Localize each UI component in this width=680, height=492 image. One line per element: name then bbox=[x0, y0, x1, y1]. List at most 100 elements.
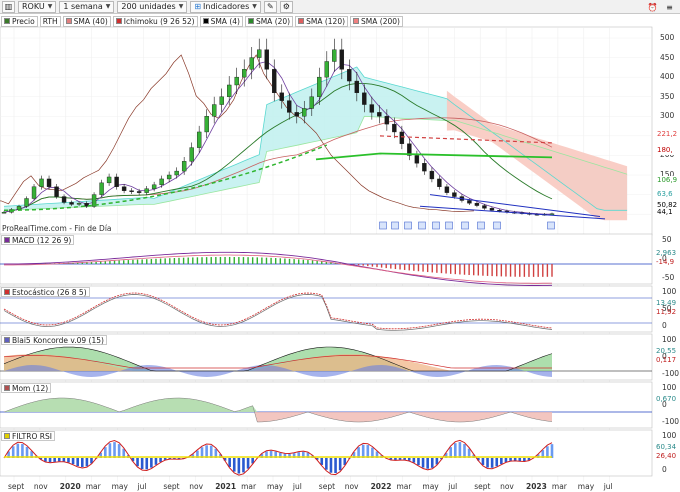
indicator-axis-tick: 100 bbox=[662, 335, 677, 344]
indicator-label[interactable]: MACD (12 26 9) bbox=[1, 235, 75, 245]
price-axis-tick: 450 bbox=[660, 52, 675, 62]
time-axis-tick: jul bbox=[137, 482, 147, 491]
candle-body bbox=[249, 57, 254, 70]
event-marker-icon bbox=[391, 221, 399, 230]
time-axis-tick: may bbox=[422, 482, 439, 491]
price-axis-tick: 500 bbox=[660, 33, 675, 42]
candle-body bbox=[279, 92, 284, 101]
time-axis-tick: mar bbox=[396, 482, 412, 491]
indicator-axis-tick: 0 bbox=[662, 465, 667, 474]
indicator-swatch bbox=[4, 433, 10, 439]
indicator-value-tag: 13,49 bbox=[656, 299, 677, 307]
candle-body bbox=[369, 104, 375, 113]
time-axis-tick: sept bbox=[474, 482, 491, 491]
candle-body bbox=[377, 112, 382, 117]
time-axis-tick: 2021 bbox=[215, 482, 237, 491]
indicator-axis-tick: 100 bbox=[662, 287, 677, 296]
candle-body bbox=[31, 186, 37, 199]
time-axis-tick: jul bbox=[603, 482, 613, 491]
candle-body bbox=[76, 203, 82, 205]
time-axis-tick: may bbox=[577, 482, 595, 491]
event-marker-icon bbox=[432, 221, 440, 230]
candle-body bbox=[339, 49, 345, 70]
indicator-swatch bbox=[4, 237, 10, 243]
indicator-panel-frame bbox=[0, 285, 653, 333]
candle-body bbox=[39, 178, 44, 187]
candle-body bbox=[287, 100, 292, 113]
price-tag-label: 180, bbox=[656, 146, 674, 155]
event-marker-icon bbox=[418, 221, 426, 230]
candle-body bbox=[46, 178, 52, 187]
indicator-name: FILTRO RSI bbox=[12, 431, 52, 441]
candle-body bbox=[136, 191, 142, 193]
time-axis-tick: 2022 bbox=[370, 482, 392, 491]
indicator-axis-tick: -100 bbox=[662, 417, 680, 426]
candle-body bbox=[324, 61, 329, 78]
candle-body bbox=[196, 131, 202, 148]
candle-body bbox=[309, 96, 314, 109]
price-axis-tick: 400 bbox=[660, 72, 675, 82]
candle-body bbox=[234, 76, 239, 86]
indicator-panel-frame bbox=[0, 233, 653, 285]
indicator-axis-tick: 100 bbox=[662, 383, 677, 392]
candle-body bbox=[422, 163, 427, 172]
candle-body bbox=[399, 131, 405, 144]
candle-body bbox=[106, 176, 112, 184]
candle-body bbox=[467, 200, 472, 204]
candle-body bbox=[444, 186, 450, 193]
candle-body bbox=[452, 192, 457, 197]
indicator-name: Blai5 Koncorde v.09 (15) bbox=[12, 335, 104, 345]
candle-body bbox=[392, 123, 397, 133]
price-tag-label: 106,9 bbox=[656, 176, 679, 185]
indicator-name: Mom (12) bbox=[12, 383, 49, 393]
candle-body bbox=[114, 176, 119, 187]
indicator-label[interactable]: FILTRO RSI bbox=[1, 431, 55, 441]
candle-body bbox=[474, 203, 480, 206]
indicator-axis-tick: 100 bbox=[662, 431, 677, 440]
time-axis-tick: sept bbox=[163, 482, 180, 491]
candle-body bbox=[429, 170, 435, 180]
candle-body bbox=[317, 76, 322, 97]
candle-body bbox=[151, 184, 157, 189]
time-axis-tick: 2023 bbox=[526, 482, 547, 491]
indicator-swatch bbox=[4, 289, 10, 295]
candle-body bbox=[242, 69, 247, 78]
event-marker-icon bbox=[445, 221, 453, 230]
candle-body bbox=[549, 213, 555, 215]
candle-body bbox=[482, 205, 487, 209]
indicator-axis-tick: 50 bbox=[662, 235, 672, 244]
time-axis-tick: mar bbox=[551, 482, 567, 491]
candle-body bbox=[437, 178, 442, 187]
candle-body bbox=[24, 198, 29, 207]
event-marker-icon bbox=[379, 221, 387, 230]
candle-body bbox=[121, 186, 127, 191]
indicator-label[interactable]: Estocástico (26 8 5) bbox=[1, 287, 90, 297]
indicator-name: Estocástico (26 8 5) bbox=[12, 287, 87, 297]
event-marker-icon bbox=[404, 221, 412, 230]
indicator-label[interactable]: Mom (12) bbox=[1, 383, 52, 393]
candle-body bbox=[384, 116, 390, 125]
candle-body bbox=[294, 112, 299, 117]
indicator-axis-tick: -100 bbox=[662, 369, 680, 378]
candle-body bbox=[489, 208, 495, 211]
time-axis-tick: mar bbox=[241, 482, 257, 491]
chart-canvas[interactable] bbox=[0, 0, 680, 492]
event-marker-icon bbox=[477, 221, 485, 230]
indicator-value-tag: 60,34 bbox=[656, 443, 677, 451]
price-axis-tick: 300 bbox=[660, 111, 675, 121]
indicator-label[interactable]: Blai5 Koncorde v.09 (15) bbox=[1, 335, 107, 345]
indicator-value-tag: -14,9 bbox=[656, 258, 675, 266]
candle-body bbox=[159, 178, 164, 186]
candle-body bbox=[354, 80, 360, 94]
candle-body bbox=[497, 210, 502, 212]
candle-body bbox=[61, 196, 67, 203]
candle-body bbox=[272, 69, 277, 94]
price-tag-label: 44,1 bbox=[656, 208, 674, 217]
indicator-name: MACD (12 26 9) bbox=[12, 235, 72, 245]
indicator-value-tag: 0,117 bbox=[656, 356, 677, 364]
candle-body bbox=[414, 155, 420, 164]
event-marker-icon bbox=[547, 221, 555, 230]
candle-body bbox=[204, 116, 209, 133]
indicator-value-tag: 2,963 bbox=[656, 249, 677, 257]
candle-body bbox=[181, 161, 187, 172]
